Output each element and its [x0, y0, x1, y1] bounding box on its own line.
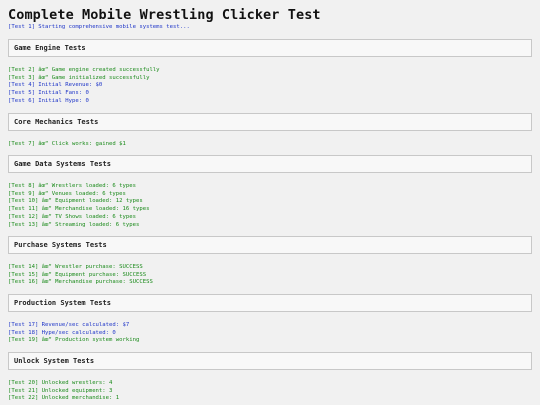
section-log: [Test 2] âœ“ Game engine created success…	[8, 67, 532, 106]
section-core-mechanics: Core Mechanics Tests [Test 7] âœ“ Click …	[8, 113, 532, 149]
section-title: Game Data Systems Tests	[8, 155, 532, 173]
section-game-data: Game Data Systems Tests [Test 8] âœ“ Wre…	[8, 155, 532, 229]
log-line: [Test 16] âœ“ Merchandise purchase: SUCC…	[8, 279, 153, 286]
section-title: Game Engine Tests	[8, 39, 532, 57]
section-title: Purchase Systems Tests	[8, 236, 532, 254]
log-line-intro: [Test 1] Starting comprehensive mobile s…	[8, 24, 190, 30]
log-line: [Test 22] Unlocked merchandise: 1	[8, 395, 120, 402]
log-line: [Test 17] Revenue/sec calculated: $7	[8, 322, 130, 328]
section-title: Core Mechanics Tests	[8, 113, 532, 131]
log-line: [Test 14] âœ“ Wrestler purchase: SUCCESS	[8, 264, 143, 270]
page-title: Complete Mobile Wrestling Clicker Test	[8, 7, 321, 23]
log-line: [Test 20] Unlocked wrestlers: 4	[8, 380, 113, 386]
log-line: [Test 11] âœ“ Merchandise loaded: 16 typ…	[8, 206, 150, 213]
log-line: [Test 3] âœ“ Game initialized successful…	[8, 74, 150, 81]
log-line: [Test 21] Unlocked equipment: 3	[8, 387, 113, 394]
log-line: [Test 6] Initial Hype: 0	[8, 97, 89, 104]
section-production-system: Production System Tests [Test 17] Revenu…	[8, 294, 532, 345]
log-line: [Test 13] âœ“ Streaming loaded: 6 types	[8, 221, 140, 228]
section-title: Unlock System Tests	[8, 352, 532, 370]
log-line: [Test 12] âœ“ TV Shows loaded: 6 types	[8, 213, 136, 220]
section-log: [Test 20] Unlocked wrestlers: 4 [Test 21…	[8, 380, 532, 403]
section-game-engine: Game Engine Tests [Test 2] âœ“ Game engi…	[8, 39, 532, 106]
section-title: Production System Tests	[8, 294, 532, 312]
section-log: [Test 14] âœ“ Wrestler purchase: SUCCESS…	[8, 264, 532, 287]
log-line: [Test 19] âœ“ Production system working	[8, 337, 140, 344]
section-log: [Test 17] Revenue/sec calculated: $7 [Te…	[8, 322, 532, 345]
log-line: [Test 4] Initial Revenue: $0	[8, 82, 103, 89]
section-log: [Test 8] âœ“ Wrestlers loaded: 6 types […	[8, 183, 532, 229]
log-line: [Test 2] âœ“ Game engine created success…	[8, 67, 160, 73]
section-purchase-systems: Purchase Systems Tests [Test 14] âœ“ Wre…	[8, 236, 532, 287]
log-line: [Test 8] âœ“ Wrestlers loaded: 6 types	[8, 183, 136, 189]
section-log: [Test 7] âœ“ Click works: gained $1	[8, 141, 532, 149]
log-line: [Test 10] âœ“ Equipment loaded: 12 types	[8, 198, 143, 205]
section-unlock-system: Unlock System Tests [Test 20] Unlocked w…	[8, 352, 532, 403]
log-line: [Test 7] âœ“ Click works: gained $1	[8, 141, 126, 147]
log-line: [Test 5] Initial Fans: 0	[8, 90, 89, 97]
